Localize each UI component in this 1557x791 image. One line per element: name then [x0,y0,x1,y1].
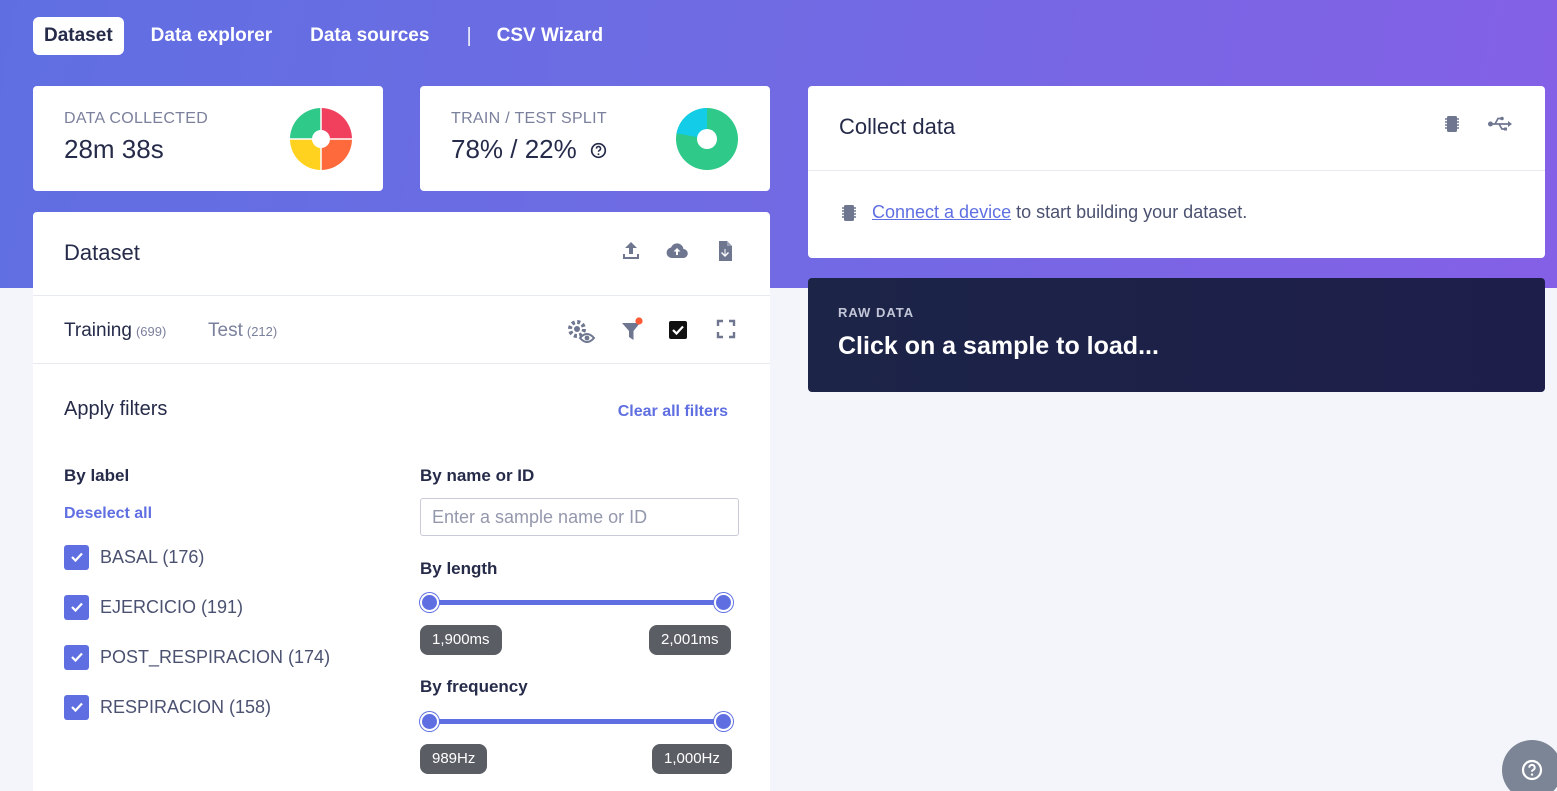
split-value-text: 78% / 22% [451,134,577,164]
label-name: RESPIRACION (158) [100,696,272,717]
label-name: POST_RESPIRACION (174) [100,646,331,667]
frequency-max-value: 1,000Hz [652,744,732,774]
usb-icon[interactable] [1487,113,1513,135]
apply-filters-title: Apply filters [64,398,168,420]
filter-active-dot [635,317,643,325]
label-filter-row[interactable]: EJERCICIO (191) [64,594,243,620]
tab-data-explorer[interactable]: Data explorer [140,17,283,55]
help-button[interactable] [1502,740,1557,791]
dataset-title: Dataset [64,240,140,265]
split-pie [676,108,738,170]
collect-data-rest-text: to start building your dataset. [1016,202,1248,222]
by-length-heading: By length [420,559,498,578]
collect-data-card: Collect data Connect a device to start b… [808,86,1545,258]
deselect-all-link[interactable]: Deselect all [64,505,152,523]
split-label: TRAIN / TEST SPLIT [451,110,607,127]
collect-data-title: Collect data [839,114,956,139]
raw-data-placeholder: Click on a sample to load... [838,332,1159,360]
tab-csv-wizard[interactable]: CSV Wizard [486,17,614,55]
length-max-handle[interactable] [714,593,733,612]
clear-all-filters-link[interactable]: Clear all filters [618,403,728,421]
check-icon [70,552,83,563]
check-icon [70,652,83,663]
export-icon[interactable] [713,239,737,263]
label-checkbox[interactable] [64,694,89,720]
subtab-test-label: Test [208,320,243,341]
by-label-heading: By label [64,466,130,485]
frequency-range-slider[interactable] [420,711,733,731]
label-checkbox[interactable] [64,544,89,570]
subtab-training-label: Training [64,320,132,341]
raw-data-label: RAW DATA [838,305,915,320]
length-min-handle[interactable] [420,593,439,612]
data-collected-label: DATA COLLECTED [64,110,209,127]
train-test-split-card: TRAIN / TEST SPLIT 78% / 22% [420,86,770,191]
check-icon [70,602,83,613]
label-checkbox[interactable] [64,644,89,670]
device-chip-icon [842,204,856,221]
label-name: EJERCICIO (191) [100,596,244,617]
filter-icon[interactable] [620,317,646,345]
frequency-min-handle[interactable] [420,712,439,731]
subtab-training-count: (699) [135,324,167,339]
device-chip-icon[interactable] [1442,114,1462,134]
dataset-subtabs: Training (699) Test (212) [33,296,770,364]
length-min-value: 1,900ms [420,625,502,655]
nav-separator: | [466,24,472,47]
cloud-upload-icon[interactable] [665,239,689,263]
length-max-value: 2,001ms [649,625,731,655]
help-circle-icon [1521,759,1543,781]
frequency-slider-track [428,719,725,724]
data-collected-value: 28m 38s [64,134,164,164]
sample-name-input[interactable] [420,498,739,536]
split-value: 78% / 22% [451,134,607,165]
collect-data-message: Connect a device to start building your … [839,202,1247,223]
dataset-header: Dataset [33,212,770,296]
tab-dataset[interactable]: Dataset [33,17,124,55]
subtab-training[interactable]: Training (699) [64,320,166,342]
frequency-min-value: 989Hz [420,744,488,774]
upload-icon[interactable] [619,239,643,263]
label-checkbox[interactable] [64,594,89,620]
settings-eye-icon[interactable] [566,318,596,346]
top-nav: Dataset Data explorer Data sources | CSV… [33,17,630,55]
by-frequency-heading: By frequency [420,677,528,696]
tab-data-sources[interactable]: Data sources [299,17,440,55]
length-range-slider[interactable] [420,592,733,612]
connect-device-link[interactable]: Connect a device [872,202,1011,223]
frequency-max-handle[interactable] [714,712,733,731]
subtab-test[interactable]: Test (212) [208,320,277,342]
label-filter-row[interactable]: BASAL (176) [64,544,204,570]
label-name: BASAL (176) [100,546,205,567]
help-circle-icon[interactable] [590,142,607,159]
subtab-test-count: (212) [246,324,278,339]
expand-icon[interactable] [716,319,736,339]
select-checkbox-icon[interactable] [668,320,688,340]
collect-data-header: Collect data [808,86,1545,171]
data-collected-pie [290,108,352,170]
length-slider-track [428,600,725,605]
dataset-card: Dataset Training (699) Test (212) Apply … [33,212,770,791]
data-collected-card: DATA COLLECTED 28m 38s [33,86,383,191]
label-filter-row[interactable]: RESPIRACION (158) [64,694,271,720]
raw-data-panel: RAW DATA Click on a sample to load... [808,278,1545,392]
check-icon [70,702,83,713]
by-name-heading: By name or ID [420,466,535,485]
label-filter-row[interactable]: POST_RESPIRACION (174) [64,644,330,670]
